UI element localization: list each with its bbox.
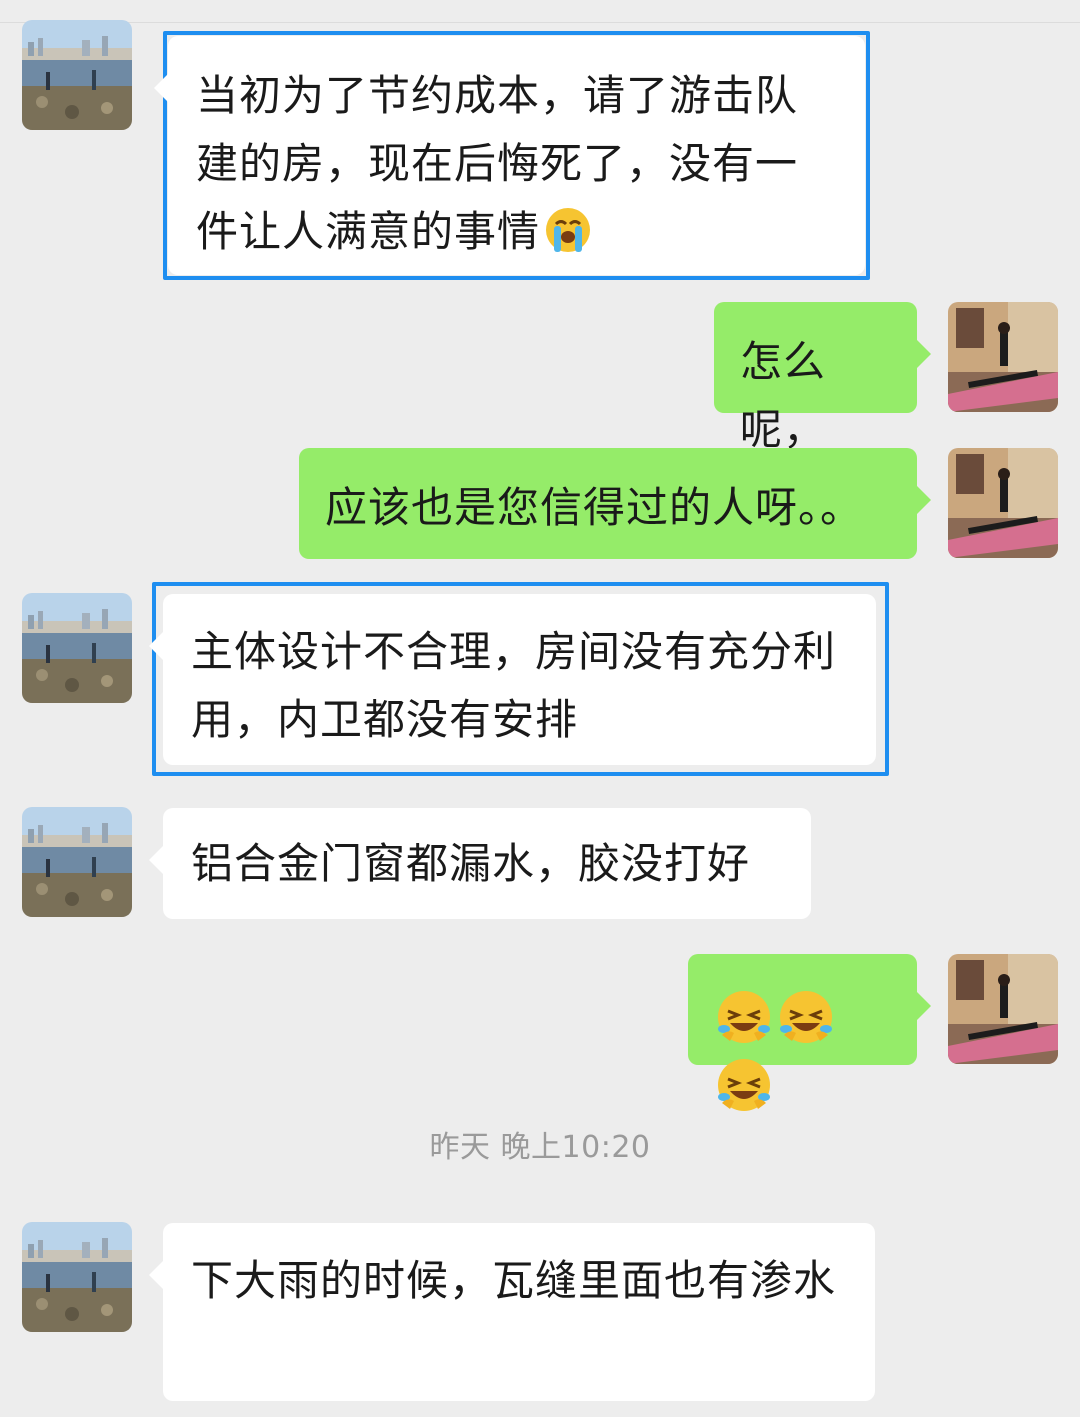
message-text: 铝合金门窗都漏水，胶没打好 — [191, 839, 751, 888]
message-bubble-outgoing[interactable] — [688, 954, 931, 1065]
message-text: 应该也是您信得过的人呀。。 — [325, 483, 864, 532]
avatar-river-photo-icon — [22, 1222, 132, 1332]
rolling-laughing-emoji-icon — [778, 989, 834, 1045]
message-bubble-incoming[interactable]: 铝合金门窗都漏水，胶没打好 — [149, 808, 811, 919]
self-avatar[interactable] — [948, 954, 1058, 1064]
message-bubble-incoming[interactable]: 主体设计不合理，房间没有充分利用，内卫都没有安排 — [149, 594, 876, 765]
message-bubble-outgoing[interactable]: 应该也是您信得过的人呀。。 — [299, 448, 931, 559]
contact-avatar[interactable] — [22, 593, 132, 703]
avatar-yoga-photo-icon — [948, 302, 1058, 412]
rolling-laughing-emoji-icon — [716, 1057, 772, 1113]
contact-avatar[interactable] — [22, 807, 132, 917]
avatar-river-photo-icon — [22, 593, 132, 703]
loudly-crying-emoji-icon — [544, 206, 592, 254]
message-bubble-incoming[interactable]: 当初为了节约成本，请了游击队建的房，现在后悔死了，没有一件让人满意的事情 — [154, 36, 865, 275]
message-text: 下大雨的时候，瓦缝里面也有渗水 — [191, 1256, 837, 1305]
self-avatar[interactable] — [948, 302, 1058, 412]
top-divider — [0, 0, 1080, 23]
rolling-laughing-emoji-icon — [716, 989, 772, 1045]
avatar-yoga-photo-icon — [948, 954, 1058, 1064]
contact-avatar[interactable] — [22, 20, 132, 130]
message-bubble-outgoing[interactable]: 怎么呢， — [714, 302, 931, 454]
avatar-yoga-photo-icon — [948, 448, 1058, 558]
contact-avatar[interactable] — [22, 1222, 132, 1332]
message-text: 主体设计不合理，房间没有充分利用，内卫都没有安排 — [191, 627, 837, 744]
self-avatar[interactable] — [948, 448, 1058, 558]
chat-timestamp: 昨天 晚上10:20 — [429, 1130, 651, 1165]
message-bubble-incoming[interactable]: 下大雨的时候，瓦缝里面也有渗水 — [149, 1223, 875, 1401]
message-text: 当初为了节约成本，请了游击队建的房，现在后悔死了，没有一件让人满意的事情 — [196, 71, 799, 256]
message-text: 怎么呢， — [740, 337, 827, 454]
avatar-river-photo-icon — [22, 20, 132, 130]
avatar-river-photo-icon — [22, 807, 132, 917]
